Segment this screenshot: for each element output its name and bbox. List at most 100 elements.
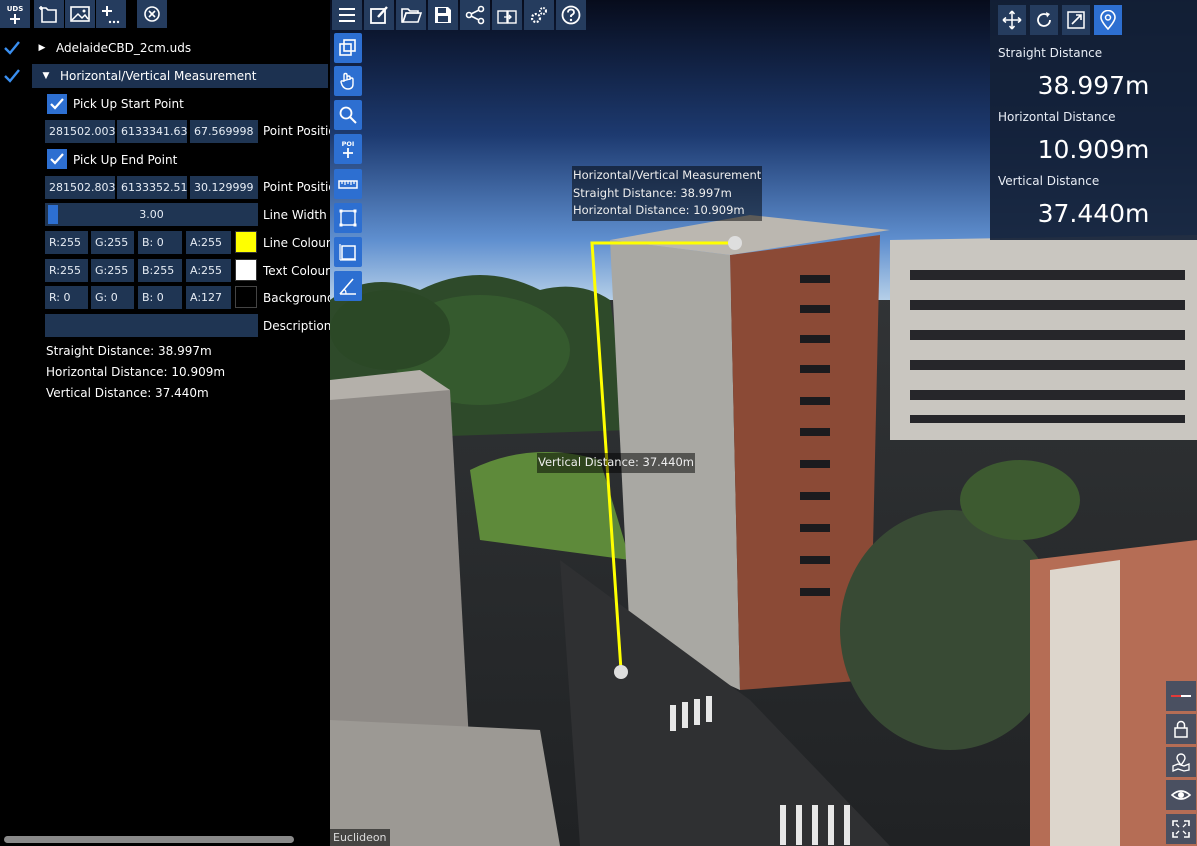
zoom-tool-button[interactable]: [334, 100, 362, 130]
move-icon: [1002, 10, 1022, 30]
lock-button[interactable]: [1166, 714, 1196, 744]
line-colour-swatch[interactable]: [235, 231, 257, 253]
line-colour-r-field[interactable]: R:255: [45, 231, 88, 254]
map-button[interactable]: [1166, 747, 1196, 777]
bg-colour-r-field[interactable]: R: 0: [45, 286, 88, 309]
add-uds-button[interactable]: UDS: [0, 0, 30, 28]
line-colour-b-field[interactable]: B: 0: [138, 231, 182, 254]
line-colour-label: Line Colour: [263, 236, 330, 250]
settings-button[interactable]: [524, 0, 554, 30]
text-colour-b-field[interactable]: B:255: [138, 259, 182, 282]
readout-straight-label: Straight Distance: [998, 46, 1103, 60]
end-x-field[interactable]: 281502.8037: [45, 176, 115, 199]
text-colour-a-field[interactable]: A:255: [186, 259, 231, 282]
measure-angle-button[interactable]: [334, 271, 362, 301]
scale-button[interactable]: [1062, 5, 1090, 35]
end-z-field[interactable]: 30.129999: [190, 176, 258, 199]
summary-straight: Straight Distance: 38.997m: [46, 344, 212, 358]
measure-height-button[interactable]: [334, 237, 362, 267]
start-x-field[interactable]: 281502.0037: [45, 120, 115, 143]
add-more-button[interactable]: [96, 0, 126, 28]
tree-item-measurement[interactable]: ▼ Horizontal/Vertical Measurement: [32, 64, 328, 88]
search-icon: [339, 106, 357, 124]
expand-arrow-icon[interactable]: ▶: [36, 43, 48, 53]
measure-line-button[interactable]: [334, 169, 362, 199]
save-button[interactable]: [428, 0, 458, 30]
measure-area-button[interactable]: [334, 203, 362, 233]
close-circle-icon: [144, 6, 160, 22]
line-colour-g-field[interactable]: G:255: [91, 231, 134, 254]
add-folder-button[interactable]: [34, 0, 64, 28]
summary-horizontal: Horizontal Distance: 10.909m: [46, 365, 226, 379]
description-label: Description: [263, 319, 330, 333]
pick-end-label: Pick Up End Point: [73, 153, 178, 167]
measurement-start-point[interactable]: [728, 236, 742, 250]
compass-button[interactable]: [1166, 681, 1196, 711]
open-button[interactable]: [396, 0, 426, 30]
scene-vertical-label: Vertical Distance: 37.440m: [537, 453, 695, 473]
line-colour-a-field[interactable]: A:255: [186, 231, 231, 254]
location-button[interactable]: [1094, 5, 1122, 35]
line-width-label: Line Width: [263, 208, 327, 222]
start-y-field[interactable]: 6133341.632: [117, 120, 187, 143]
share-button[interactable]: [460, 0, 490, 30]
bg-colour-b-field[interactable]: B: 0: [138, 286, 182, 309]
eye-icon: [1171, 790, 1191, 800]
line-width-slider[interactable]: 3.00: [45, 203, 258, 226]
text-colour-swatch[interactable]: [235, 259, 257, 281]
lock-icon: [1174, 720, 1188, 738]
add-image-button[interactable]: [65, 0, 95, 28]
ruler-icon: [338, 180, 358, 189]
pick-start-label: Pick Up Start Point: [73, 97, 184, 111]
end-y-field[interactable]: 6133352.512: [117, 176, 187, 199]
map-pin-icon: [1100, 10, 1116, 30]
add-folder-icon: [39, 6, 57, 23]
brand-label: Euclideon: [330, 829, 390, 846]
start-point-label: Point Positio: [263, 124, 330, 138]
scene-label-straight: Straight Distance: 38.997m: [573, 185, 732, 200]
rotate-button[interactable]: [1030, 5, 1058, 35]
move-button[interactable]: [998, 5, 1026, 35]
text-colour-g-field[interactable]: G:255: [91, 259, 134, 282]
scene-viewport[interactable]: Horizontal/Vertical Measurement Straight…: [330, 0, 1197, 846]
edit-button[interactable]: [364, 0, 394, 30]
fullscreen-button[interactable]: [1166, 814, 1196, 844]
pick-end-checkbox[interactable]: [46, 148, 68, 170]
visibility-button[interactable]: [1166, 780, 1196, 810]
angle-icon: [339, 278, 356, 295]
bg-colour-g-field[interactable]: G: 0: [91, 286, 134, 309]
checkmark-icon: [47, 149, 67, 169]
bg-colour-a-field[interactable]: A:127: [186, 286, 231, 309]
description-input[interactable]: [45, 314, 258, 337]
tree-item-label: AdelaideCBD_2cm.uds: [56, 41, 192, 55]
visibility-checkbox-measurement[interactable]: [1, 65, 23, 87]
start-z-field[interactable]: 67.569998: [190, 120, 258, 143]
poi-add-icon: POI: [342, 140, 355, 158]
end-point-label: Point Positio: [263, 180, 330, 194]
pan-tool-button[interactable]: [334, 66, 362, 96]
horizontal-scrollbar[interactable]: [4, 836, 294, 843]
readout-horizontal-value: 10.909m: [1037, 135, 1150, 164]
readout-horizontal-label: Horizontal Distance: [998, 110, 1116, 124]
area-icon: [339, 209, 357, 227]
scene-label-horizontal: Horizontal Distance: 10.909m: [573, 203, 745, 217]
pick-start-checkbox[interactable]: [46, 93, 68, 115]
tree-item-adelaide[interactable]: ▶ AdelaideCBD_2cm.uds: [36, 36, 328, 60]
clear-button[interactable]: [137, 0, 167, 28]
menu-button[interactable]: [332, 0, 362, 30]
scene-explorer-panel: UDS ▶ AdelaideCBD_2cm.uds ▼ Horizontal/V…: [0, 0, 330, 846]
convert-button[interactable]: [492, 0, 522, 30]
poi-tool-button[interactable]: POI: [334, 134, 362, 164]
help-button[interactable]: [556, 0, 586, 30]
collapse-arrow-icon[interactable]: ▼: [40, 71, 52, 81]
bg-colour-swatch[interactable]: [235, 286, 257, 308]
slider-fill: [48, 205, 58, 224]
checkmark-icon: [47, 94, 67, 114]
box-icon: [339, 244, 356, 261]
svg-text:POI: POI: [342, 140, 355, 148]
text-colour-r-field[interactable]: R:255: [45, 259, 88, 282]
visibility-checkbox-adelaide[interactable]: [1, 37, 23, 59]
copy-icon: [339, 39, 356, 56]
select-tool-button[interactable]: [334, 33, 362, 63]
measurement-end-point[interactable]: [614, 665, 628, 679]
